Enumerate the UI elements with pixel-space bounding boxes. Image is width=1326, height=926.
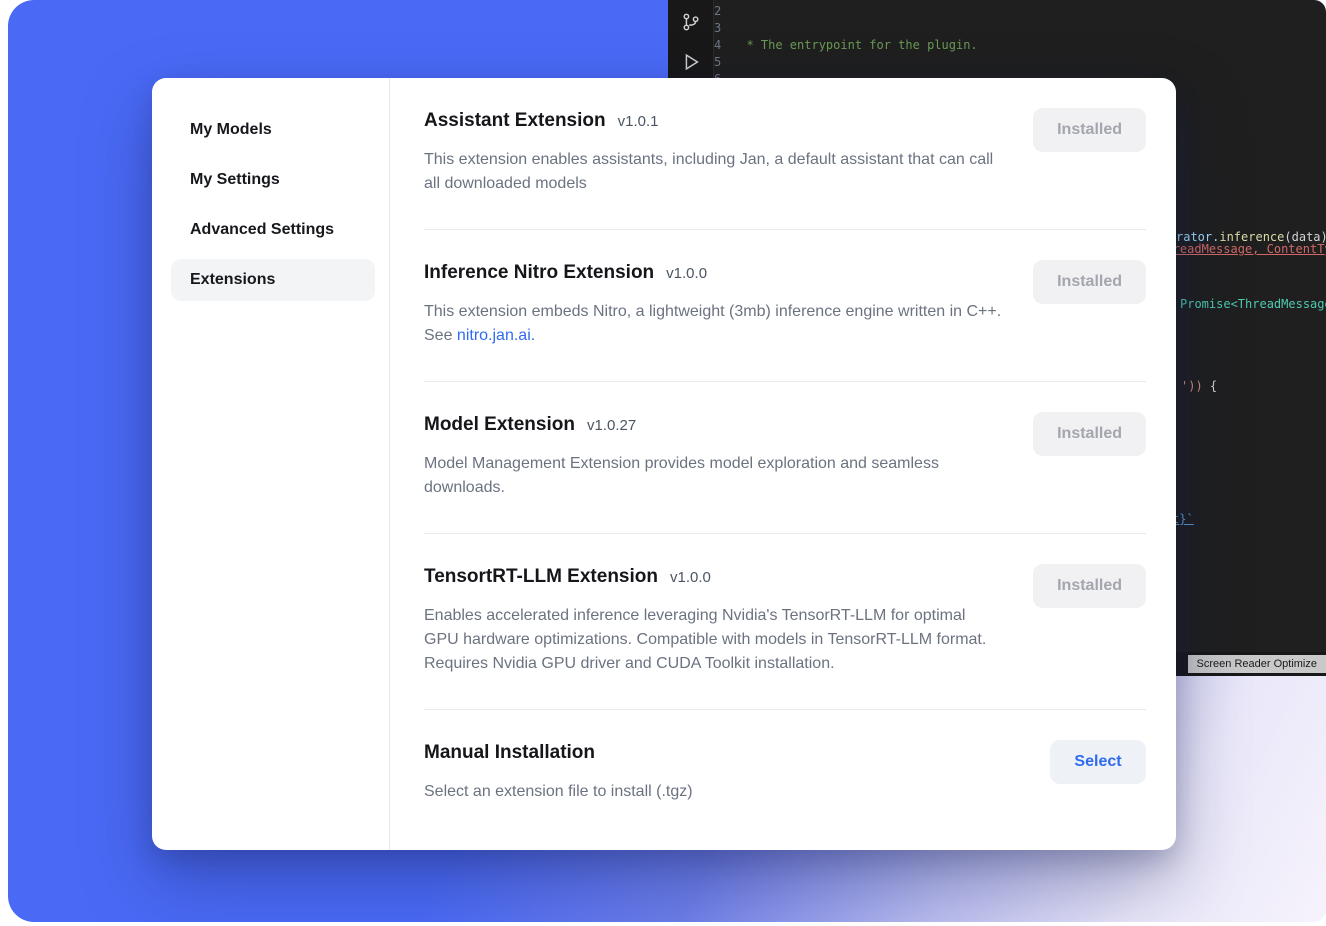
- extension-title-row: Assistant Extension v1.0.1: [424, 108, 1002, 134]
- extension-version: v1.0.1: [618, 113, 659, 130]
- extensions-list: Assistant Extension v1.0.1 This extensio…: [390, 78, 1176, 850]
- extension-title-row: Model Extension v1.0.27: [424, 412, 1002, 438]
- extension-description: Enables accelerated inference leveraging…: [424, 604, 1002, 676]
- code-fragment: ')) {: [1181, 378, 1217, 394]
- installed-button[interactable]: Installed: [1033, 260, 1146, 304]
- installed-button[interactable]: Installed: [1033, 108, 1146, 152]
- settings-sidebar: My Models My Settings Advanced Settings …: [152, 78, 390, 850]
- extension-info: Assistant Extension v1.0.1 This extensio…: [424, 108, 1002, 196]
- code-line: * The entrypoint for the plugin.: [739, 37, 1326, 54]
- sidebar-item-advanced-settings[interactable]: Advanced Settings: [171, 209, 375, 251]
- nitro-jan-ai-link[interactable]: nitro.jan.ai.: [457, 327, 535, 344]
- extension-title-row: TensortRT-LLM Extension v1.0.0: [424, 564, 1002, 590]
- run-debug-icon[interactable]: [679, 50, 703, 74]
- code-fragment: rator.inference(data));: [1176, 229, 1326, 245]
- extension-info: Manual Installation Select an extension …: [424, 740, 693, 804]
- extension-row-tensorrt: TensortRT-LLM Extension v1.0.0 Enables a…: [424, 534, 1146, 710]
- extension-description: This extension embeds Nitro, a lightweig…: [424, 300, 1002, 348]
- extension-info: Model Extension v1.0.27 Model Management…: [424, 412, 1002, 500]
- extension-title-row: Inference Nitro Extension v1.0.0: [424, 260, 1002, 286]
- extension-description: This extension enables assistants, inclu…: [424, 148, 1002, 196]
- extension-title: Model Extension: [424, 412, 575, 438]
- code-token: rator.: [1176, 230, 1219, 244]
- source-control-icon[interactable]: [679, 10, 703, 34]
- line-number: 4: [714, 37, 721, 54]
- manual-installation-description: Select an extension file to install (.tg…: [424, 780, 693, 804]
- code-token: inference: [1219, 230, 1284, 244]
- code-token: {: [1203, 379, 1217, 393]
- extension-version: v1.0.0: [666, 265, 707, 282]
- extension-version: v1.0.27: [587, 417, 636, 434]
- line-number: 5: [714, 54, 721, 71]
- line-number: 2: [714, 3, 721, 20]
- extension-row-model: Model Extension v1.0.27 Model Management…: [424, 382, 1146, 534]
- settings-modal: My Models My Settings Advanced Settings …: [152, 78, 1176, 850]
- sidebar-item-extensions[interactable]: Extensions: [171, 259, 375, 301]
- sidebar-item-my-settings[interactable]: My Settings: [171, 159, 375, 201]
- extension-row-assistant: Assistant Extension v1.0.1 This extensio…: [424, 78, 1146, 230]
- extension-title-row: Manual Installation: [424, 740, 693, 766]
- extension-info: TensortRT-LLM Extension v1.0.0 Enables a…: [424, 564, 1002, 676]
- installed-button[interactable]: Installed: [1033, 412, 1146, 456]
- extension-title: Assistant Extension: [424, 108, 606, 134]
- manual-installation-row: Manual Installation Select an extension …: [424, 710, 1146, 826]
- installed-button[interactable]: Installed: [1033, 564, 1146, 608]
- extension-version: v1.0.0: [670, 569, 711, 586]
- screen-reader-badge[interactable]: Screen Reader Optimize: [1188, 655, 1326, 673]
- extension-title: Inference Nitro Extension: [424, 260, 654, 286]
- extension-info: Inference Nitro Extension v1.0.0 This ex…: [424, 260, 1002, 348]
- select-file-button[interactable]: Select: [1050, 740, 1146, 784]
- line-number: 3: [714, 20, 721, 37]
- manual-installation-title: Manual Installation: [424, 740, 595, 766]
- extension-title: TensortRT-LLM Extension: [424, 564, 658, 590]
- desktop-scene: 2 3 4 5 6 * The entrypoint for the plugi…: [8, 0, 1326, 922]
- code-token: (data));: [1284, 230, 1326, 244]
- sidebar-item-my-models[interactable]: My Models: [171, 109, 375, 151]
- code-token: ')): [1181, 379, 1203, 393]
- extension-description: Model Management Extension provides mode…: [424, 452, 1002, 500]
- code-fragment: Promise<ThreadMessage>: [1180, 296, 1326, 312]
- extension-row-nitro: Inference Nitro Extension v1.0.0 This ex…: [424, 230, 1146, 382]
